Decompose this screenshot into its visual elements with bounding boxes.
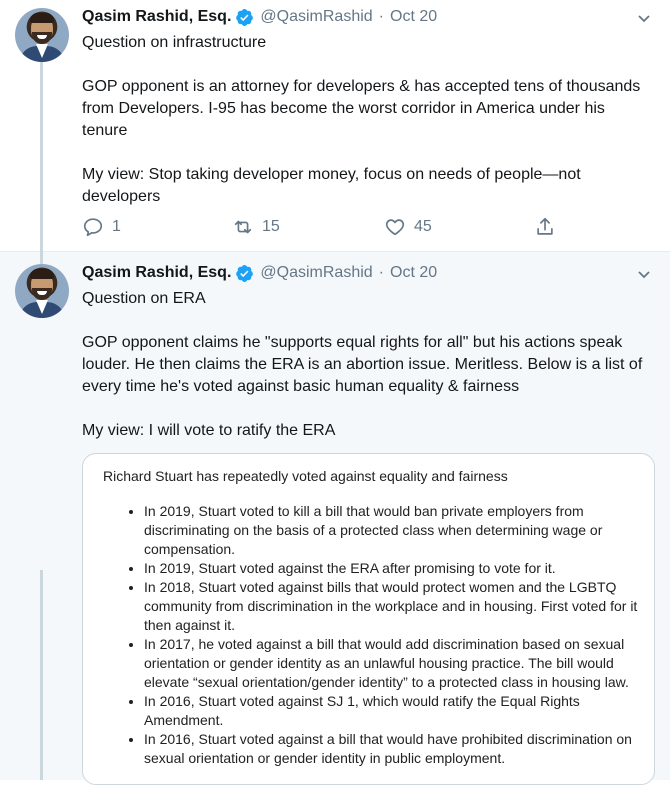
card-title: Richard Stuart has repeatedly voted agai…: [103, 468, 508, 484]
tweet[interactable]: Qasim Rashid, Esq. @QasimRashid · Oct 20…: [0, 0, 670, 252]
avatar[interactable]: [15, 264, 69, 318]
separator-dot: ·: [378, 8, 384, 25]
reply-icon: [83, 218, 103, 237]
thread-line: [40, 570, 43, 780]
thread-line: [40, 252, 43, 264]
share-button[interactable]: [534, 216, 556, 238]
list-item: In 2016, Stuart voted against a bill tha…: [144, 730, 654, 768]
author-name[interactable]: Qasim Rashid, Esq.: [82, 264, 231, 282]
chevron-down-icon[interactable]: [636, 10, 652, 26]
author-handle[interactable]: @QasimRashid: [260, 264, 372, 282]
like-count: 45: [414, 218, 432, 235]
attached-image-card[interactable]: Richard Stuart has repeatedly voted agai…: [82, 453, 655, 785]
list-item: In 2018, Stuart voted against bills that…: [144, 578, 654, 635]
retweet-button[interactable]: 15: [232, 216, 384, 238]
author-name[interactable]: Qasim Rashid, Esq.: [82, 8, 231, 26]
list-item: In 2017, he voted against a bill that wo…: [144, 635, 654, 692]
chevron-down-icon[interactable]: [636, 266, 652, 282]
tweet-header: Qasim Rashid, Esq. @QasimRashid · Oct 20: [82, 6, 437, 28]
list-item: In 2019, Stuart voted against the ERA af…: [144, 559, 654, 578]
author-handle[interactable]: @QasimRashid: [260, 8, 372, 26]
retweet-count: 15: [262, 218, 280, 235]
thread-line: [40, 62, 43, 252]
list-item: In 2016, Stuart voted against SJ 1, whic…: [144, 692, 654, 730]
verified-badge-icon: [235, 8, 254, 27]
vote-list: In 2019, Stuart voted to kill a bill tha…: [124, 502, 654, 768]
tweet-date[interactable]: Oct 20: [390, 264, 437, 282]
avatar[interactable]: [15, 8, 69, 62]
like-icon: [385, 219, 405, 236]
list-item: In 2019, Stuart voted to kill a bill tha…: [144, 502, 654, 559]
separator-dot: ·: [378, 264, 384, 281]
tweet-actions: 1 15 45: [82, 216, 556, 238]
tweet-date[interactable]: Oct 20: [390, 8, 437, 26]
share-icon: [537, 217, 553, 235]
tweet-header: Qasim Rashid, Esq. @QasimRashid · Oct 20: [82, 262, 437, 284]
reply-count: 1: [112, 218, 121, 235]
retweet-icon: [234, 220, 252, 234]
tweet-text: Question on ERA GOP opponent claims he "…: [82, 290, 643, 439]
tweet-text: Question on infrastructure GOP opponent …: [82, 34, 641, 205]
verified-badge-icon: [235, 264, 254, 283]
reply-button[interactable]: 1: [82, 216, 232, 238]
like-button[interactable]: 45: [384, 216, 534, 238]
